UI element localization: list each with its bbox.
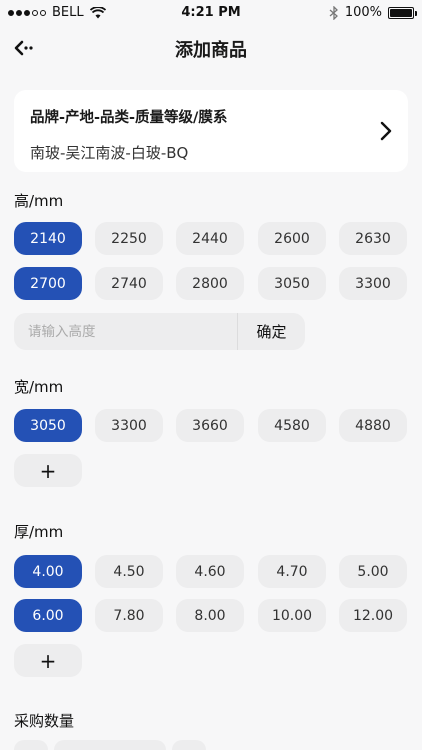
card-value: 南玻-吴江南波-白玻-BQ [30, 144, 189, 162]
quantity-increment-button[interactable] [172, 740, 206, 750]
nav-bar: 添加商品 [0, 26, 422, 70]
add-thickness-button[interactable]: + [14, 644, 82, 677]
height-option-chip[interactable]: 2630 [339, 222, 407, 255]
height-option-chip[interactable]: 3050 [258, 267, 326, 300]
page-title: 添加商品 [175, 40, 247, 61]
width-option-chip[interactable]: 4580 [258, 409, 326, 442]
thickness-option-chip[interactable]: 4.70 [258, 555, 326, 588]
thickness-label: 厚/mm [14, 523, 64, 541]
height-option-chip[interactable]: 2440 [176, 222, 244, 255]
thickness-option-chip[interactable]: 7.80 [95, 599, 163, 632]
thickness-option-chip[interactable]: 8.00 [176, 599, 244, 632]
thickness-option-chip[interactable]: 5.00 [339, 555, 407, 588]
status-right: 100% [329, 5, 417, 20]
height-option-chip[interactable]: 2600 [258, 222, 326, 255]
thickness-option-chip[interactable]: 6.00 [14, 599, 82, 632]
width-option-chip[interactable]: 3300 [95, 409, 163, 442]
quantity-decrement-button[interactable] [14, 740, 48, 750]
product-spec-card[interactable]: 品牌-产地-品类-质量等级/膜系 南玻-吴江南波-白玻-BQ [14, 90, 408, 172]
thickness-option-chip[interactable]: 4.50 [95, 555, 163, 588]
battery-icon [388, 6, 417, 19]
width-option-chip[interactable]: 4880 [339, 409, 407, 442]
confirm-button[interactable]: 确定 [237, 313, 305, 350]
width-option-chip[interactable]: 3660 [176, 409, 244, 442]
height-input-group: 确定 [14, 313, 305, 350]
height-input[interactable] [14, 313, 237, 350]
thickness-option-chip[interactable]: 4.60 [176, 555, 244, 588]
width-label: 宽/mm [14, 378, 64, 396]
status-bar: BELL 4:21 PM 100% [0, 0, 422, 26]
height-label: 高/mm [14, 192, 64, 210]
add-width-button[interactable]: + [14, 454, 82, 487]
thickness-option-chip[interactable]: 12.00 [339, 599, 407, 632]
card-title: 品牌-产地-品类-质量等级/膜系 [30, 110, 228, 126]
quantity-label: 采购数量 [14, 712, 75, 730]
chevron-right-icon [380, 121, 392, 141]
quantity-input[interactable] [54, 740, 166, 750]
width-option-chip[interactable]: 3050 [14, 409, 82, 442]
height-option-chip[interactable]: 2250 [95, 222, 163, 255]
height-option-chip[interactable]: 2700 [14, 267, 82, 300]
thickness-option-chip[interactable]: 10.00 [258, 599, 326, 632]
height-option-chip[interactable]: 2800 [176, 267, 244, 300]
battery-label: 100% [344, 5, 382, 20]
bluetooth-icon [329, 5, 338, 20]
height-option-chip[interactable]: 3300 [339, 267, 407, 300]
height-option-chip[interactable]: 2140 [14, 222, 82, 255]
height-option-chip[interactable]: 2740 [95, 267, 163, 300]
thickness-option-chip[interactable]: 4.00 [14, 555, 82, 588]
